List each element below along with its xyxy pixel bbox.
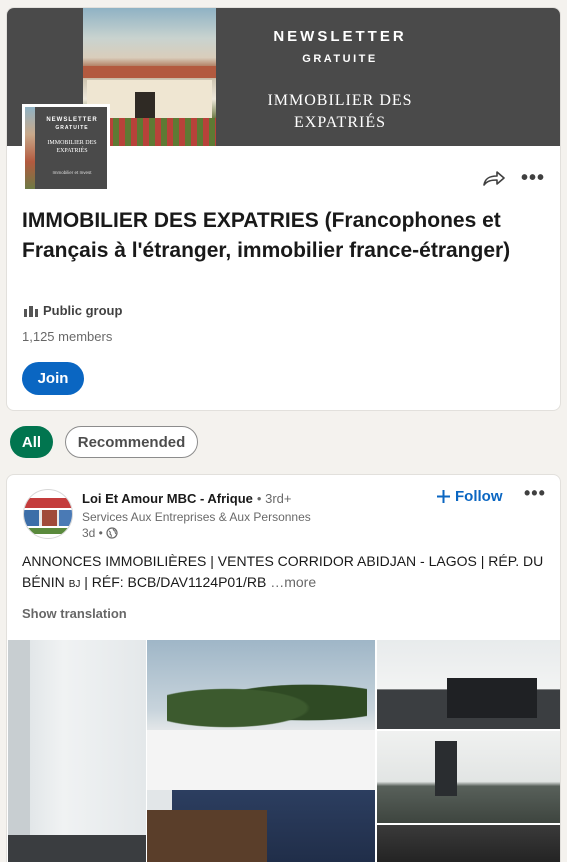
ellipsis-icon: ••• bbox=[524, 483, 546, 503]
share-arrow-icon bbox=[483, 171, 505, 186]
author-headline: Services Aux Entreprises & Aux Personnes bbox=[82, 510, 311, 524]
follow-button[interactable]: Follow bbox=[437, 485, 503, 507]
logo-line2: GRATUITE bbox=[55, 125, 89, 131]
logo-line3: IMMOBILIER DES EXPATRIÉS bbox=[47, 140, 97, 154]
post-image[interactable] bbox=[8, 640, 146, 862]
join-button[interactable]: Join bbox=[22, 362, 84, 395]
logo-line4: Immobilier et Invest bbox=[52, 170, 92, 175]
post-image[interactable] bbox=[147, 640, 375, 862]
banner-title: NEWSLETTER bbox=[273, 28, 407, 45]
post-more-button[interactable]: ••• bbox=[524, 483, 546, 504]
plus-icon bbox=[437, 489, 450, 503]
filter-recommended[interactable]: Recommended bbox=[65, 426, 198, 458]
post-author[interactable]: Loi Et Amour MBC - Afrique • 3rd+ bbox=[82, 491, 291, 506]
logo-line1: NEWSLETTER bbox=[46, 117, 98, 123]
show-translation-link[interactable]: Show translation bbox=[22, 606, 127, 621]
post-timestamp: 3d • bbox=[82, 526, 103, 540]
group-name: IMMOBILIER DES EXPATRIES (Francophones e… bbox=[22, 209, 511, 262]
banner-title-sub: GRATUITE bbox=[302, 53, 378, 65]
ellipsis-icon: ••• bbox=[520, 166, 545, 189]
follow-label: Follow bbox=[455, 487, 503, 505]
group-more-button[interactable]: ••• bbox=[520, 166, 546, 190]
group-logo: NEWSLETTER GRATUITE IMMOBILIER DES EXPAT… bbox=[22, 104, 110, 192]
author-avatar[interactable] bbox=[23, 489, 73, 539]
group-card: NEWSLETTER GRATUITE IMMOBILIER DES EXPAT… bbox=[6, 7, 561, 411]
globe-icon bbox=[106, 527, 118, 539]
see-more-link[interactable]: …more bbox=[270, 574, 316, 590]
privacy-label: Public group bbox=[43, 303, 123, 318]
post-image[interactable] bbox=[377, 731, 560, 823]
member-count[interactable]: 1,125 members bbox=[22, 329, 112, 344]
post-text-rest: | RÉF: BCB/DAV1124P01/RB bbox=[80, 574, 267, 590]
banner-subtitle: IMMOBILIER DES EXPATRIÉS bbox=[267, 92, 413, 131]
filter-all[interactable]: All bbox=[10, 426, 53, 458]
share-button[interactable] bbox=[481, 166, 507, 190]
author-name[interactable]: Loi Et Amour MBC - Afrique bbox=[82, 491, 253, 506]
post-image[interactable] bbox=[377, 825, 560, 862]
group-privacy: Public group bbox=[24, 303, 122, 318]
group-icon bbox=[24, 305, 38, 317]
connection-degree: • 3rd+ bbox=[256, 491, 292, 506]
post-card: Loi Et Amour MBC - Afrique • 3rd+ Servic… bbox=[6, 474, 561, 862]
post-time: 3d • bbox=[82, 526, 118, 540]
post-text-small: BJ bbox=[68, 579, 81, 590]
post-image[interactable] bbox=[377, 640, 560, 729]
post-text: ANNONCES IMMOBILIÈRES | VENTES CORRIDOR … bbox=[22, 551, 552, 595]
